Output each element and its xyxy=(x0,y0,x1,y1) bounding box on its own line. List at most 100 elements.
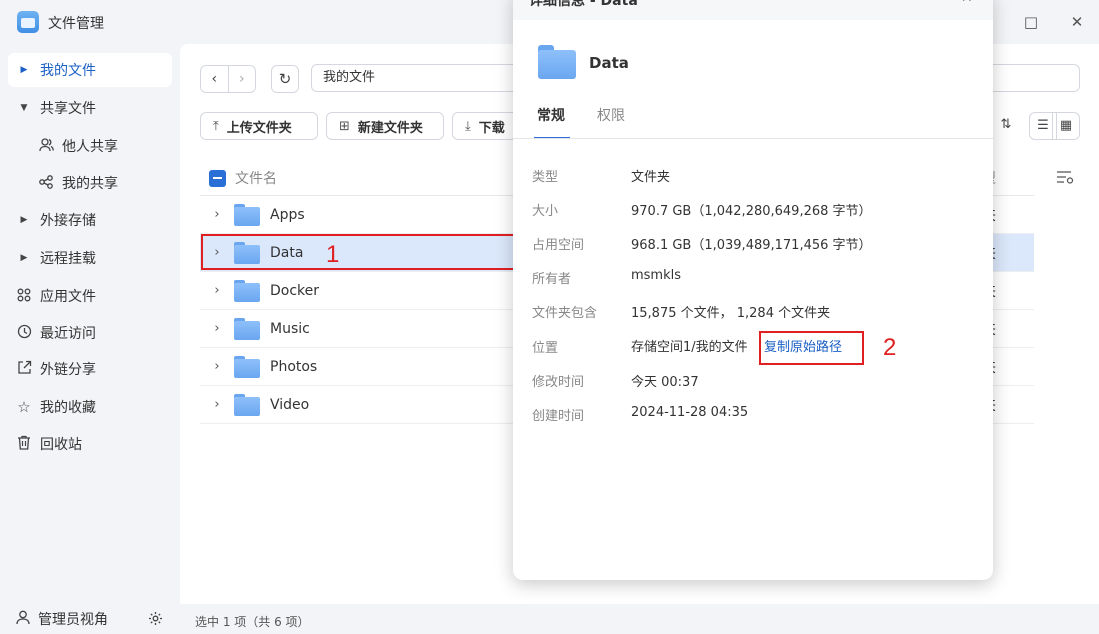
sidebar-item-my-shares[interactable]: 我的共享 xyxy=(30,166,172,200)
sidebar-item-label: 远程挂载 xyxy=(40,251,96,267)
status-bar: 选中 1 项（共 6 项） xyxy=(195,615,310,629)
column-settings-icon[interactable] xyxy=(1056,170,1074,188)
user-icon xyxy=(16,610,30,629)
share-icon xyxy=(34,174,58,192)
download-icon: ⤓ xyxy=(465,118,471,134)
prop-label-owner: 所有者 xyxy=(532,272,572,287)
upload-icon: ⤒ xyxy=(213,118,219,134)
expand-arrow-icon: ▶ xyxy=(20,253,28,263)
sidebar-item-my-files[interactable]: ▶ 我的文件 xyxy=(8,53,172,87)
sidebar-item-external-storage[interactable]: ▶ 外接存储 xyxy=(8,203,172,237)
expand-arrow-icon: ▶ xyxy=(20,65,28,75)
annotation-number-1: 1 xyxy=(326,241,340,268)
sidebar-item-label: 共享文件 xyxy=(40,101,96,117)
admin-view-label: 管理员视角 xyxy=(38,612,108,628)
sidebar-item-label: 我的收藏 xyxy=(40,400,96,416)
sidebar-item-label: 他人共享 xyxy=(62,139,118,155)
tab-divider xyxy=(513,138,993,139)
app-title: 文件管理 xyxy=(48,16,104,32)
apps-icon xyxy=(12,288,36,305)
history-nav: ‹ › xyxy=(200,65,256,93)
new-folder-button[interactable]: ⊞ 新建文件夹 xyxy=(326,112,444,140)
trash-icon xyxy=(12,435,36,453)
prop-label-created: 创建时间 xyxy=(532,409,585,424)
expand-arrow-icon: ▶ xyxy=(20,215,28,225)
sidebar-item-label: 我的文件 xyxy=(40,63,96,79)
new-folder-icon: ⊞ xyxy=(339,118,350,134)
file-name: Music xyxy=(270,320,310,337)
prop-label-location: 位置 xyxy=(532,341,559,356)
prop-value-size: 970.7 GB（1,042,280,649,268 字节） xyxy=(631,204,872,219)
prop-value-created: 2024-11-28 04:35 xyxy=(631,405,749,420)
expand-chevron-icon[interactable]: › xyxy=(200,321,234,336)
sidebar-item-shared-files[interactable]: ▼ 共享文件 xyxy=(8,91,172,125)
expand-chevron-icon[interactable]: › xyxy=(200,359,234,374)
sidebar-item-favorites[interactable]: ☆ 我的收藏 xyxy=(8,390,172,424)
annotation-number-2: 2 xyxy=(883,334,897,361)
annotation-box-1 xyxy=(201,234,515,270)
sidebar-item-shared-with-me[interactable]: 他人共享 xyxy=(30,129,172,163)
prop-value-disk-usage: 968.1 GB（1,039,489,171,456 字节） xyxy=(631,238,872,253)
prop-label-size: 大小 xyxy=(532,204,559,219)
prop-label-modified: 修改时间 xyxy=(532,375,585,390)
folder-icon xyxy=(234,393,260,416)
new-folder-label: 新建文件夹 xyxy=(357,120,423,136)
prop-value-type: 文件夹 xyxy=(631,170,671,185)
settings-icon[interactable] xyxy=(148,611,163,630)
sort-icon[interactable]: ⇅ xyxy=(992,112,1020,140)
expand-chevron-icon[interactable]: › xyxy=(200,283,234,298)
prop-value-owner: msmkls xyxy=(631,268,682,283)
download-button[interactable]: ⤓ 下载 xyxy=(452,112,522,140)
file-name: Docker xyxy=(270,282,320,299)
file-name: Photos xyxy=(270,358,318,375)
folder-icon xyxy=(234,355,260,378)
star-icon: ☆ xyxy=(17,398,31,416)
maximize-button[interactable]: □ xyxy=(1021,12,1041,32)
dialog-title: 详细信息 - Data xyxy=(529,0,638,9)
expand-chevron-icon[interactable]: › xyxy=(200,397,234,412)
sidebar-item-label: 回收站 xyxy=(40,437,82,453)
upload-folder-button[interactable]: ⤒ 上传文件夹 xyxy=(200,112,318,140)
grid-view-icon[interactable]: ▦ xyxy=(1052,112,1080,140)
collapse-arrow-icon: ▼ xyxy=(20,103,28,113)
folder-icon xyxy=(234,203,260,226)
clock-icon xyxy=(12,324,36,342)
prop-label-disk-usage: 占用空间 xyxy=(532,238,585,253)
folder-icon xyxy=(538,45,576,79)
forward-icon[interactable]: › xyxy=(227,66,256,92)
sidebar-item-link-share[interactable]: 外链分享 xyxy=(8,352,172,386)
people-icon xyxy=(34,137,58,155)
sidebar-item-label: 最近访问 xyxy=(40,326,96,342)
sidebar-item-app-files[interactable]: 应用文件 xyxy=(8,279,172,313)
folder-icon xyxy=(234,279,260,302)
annotation-box-2 xyxy=(759,331,864,365)
sidebar-item-label: 我的共享 xyxy=(62,176,118,192)
sidebar-item-label: 外接存储 xyxy=(40,213,96,229)
sidebar-item-trash[interactable]: 回收站 xyxy=(8,427,172,461)
column-name-header[interactable]: 文件名 xyxy=(235,168,277,188)
prop-label-contents: 文件夹包含 xyxy=(532,306,598,321)
tab-general[interactable]: 常规 xyxy=(537,105,565,125)
admin-view-toggle[interactable]: 管理员视角 xyxy=(0,604,180,634)
refresh-icon[interactable]: ↻ xyxy=(271,65,299,93)
download-label: 下载 xyxy=(478,120,505,136)
tab-permissions[interactable]: 权限 xyxy=(597,105,625,125)
upload-folder-label: 上传文件夹 xyxy=(226,120,292,136)
file-manager-icon xyxy=(17,11,39,33)
sidebar: ▶ 我的文件 ▼ 共享文件 他人共享 我的共享 ▶ 外接存储 ▶ 远程挂载 应用… xyxy=(0,44,180,634)
select-all-checkbox[interactable] xyxy=(209,169,226,187)
expand-chevron-icon[interactable]: › xyxy=(200,207,234,222)
sidebar-item-label: 应用文件 xyxy=(40,289,96,305)
sidebar-item-recent[interactable]: 最近访问 xyxy=(8,316,172,350)
dialog-folder-name: Data xyxy=(589,54,629,72)
prop-value-location: 存储空间1/我的文件 xyxy=(631,340,748,355)
back-icon[interactable]: ‹ xyxy=(201,66,228,92)
dialog-close-icon[interactable]: ✕ xyxy=(961,0,973,6)
sidebar-item-label: 外链分享 xyxy=(40,362,96,378)
details-dialog: 详细信息 - Data ✕ Data 常规 权限 类型 文件夹 大小 970.7… xyxy=(513,0,993,580)
close-button[interactable]: ✕ xyxy=(1067,12,1087,32)
folder-icon xyxy=(234,317,260,340)
sidebar-item-remote-mount[interactable]: ▶ 远程挂载 xyxy=(8,241,172,275)
file-name: Apps xyxy=(270,206,305,223)
link-share-icon xyxy=(12,360,36,378)
